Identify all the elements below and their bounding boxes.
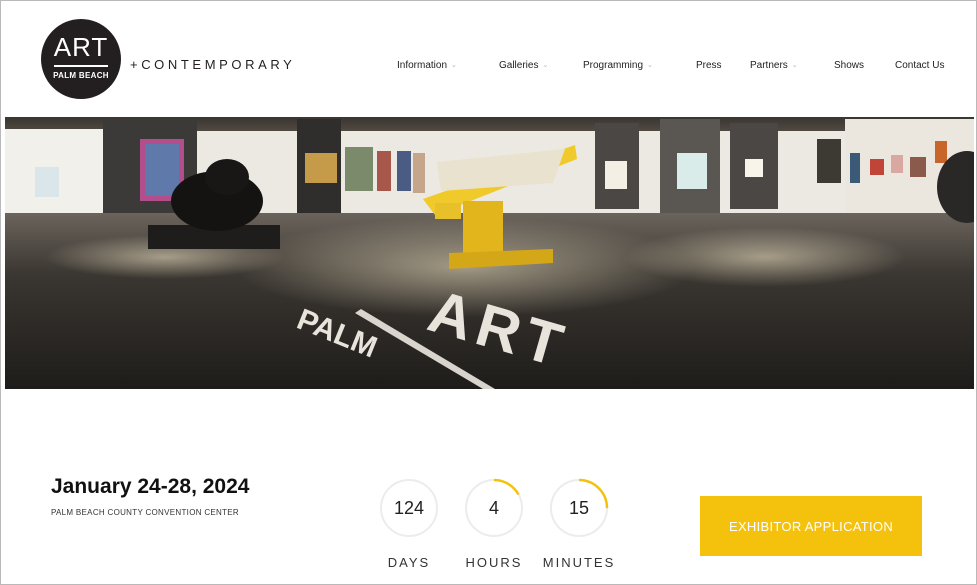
nav-label: Contact Us — [895, 60, 945, 71]
chevron-down-icon: ⌄ — [542, 62, 549, 69]
nav-label: Shows — [834, 60, 865, 71]
countdown-days-value: 124 — [393, 498, 425, 518]
nav-item-programming[interactable]: Programming ⌄ — [583, 60, 653, 71]
nav-label: Information — [397, 60, 448, 71]
nav-item-contact-us[interactable]: Contact Us — [895, 60, 944, 71]
chevron-down-icon: ⌄ — [791, 62, 798, 69]
logo-title: ART — [53, 32, 109, 62]
hero-image: PALM ART — [5, 117, 974, 389]
site-header: ART PALM BEACH +CONTEMPORARY Information… — [1, 1, 976, 117]
exhibitor-application-button[interactable]: EXHIBITOR APPLICATION — [700, 496, 922, 556]
nav-item-galleries[interactable]: Galleries ⌄ — [499, 60, 548, 71]
logo-subtitle: PALM BEACH — [53, 71, 109, 80]
countdown-minutes-label: MINUTES — [542, 555, 616, 570]
nav-label: Programming — [583, 60, 644, 71]
event-venue: PALM BEACH COUNTY CONVENTION CENTER — [51, 508, 240, 517]
nav-label: Partners — [750, 60, 788, 71]
nav-label: Press — [696, 60, 722, 71]
nav-item-shows[interactable]: Shows — [834, 60, 864, 71]
gallery-photo: PALM ART — [5, 117, 974, 389]
nav-label: Galleries — [499, 60, 539, 71]
brand-tagline: +CONTEMPORARY — [130, 57, 296, 72]
event-dates: January 24-28, 2024 — [51, 475, 250, 498]
site-logo[interactable]: ART PALM BEACH — [41, 19, 121, 99]
countdown-minutes-value: 15 — [568, 498, 590, 518]
nav-item-partners[interactable]: Partners ⌄ — [750, 60, 798, 71]
nav-item-information[interactable]: Information ⌄ — [397, 60, 457, 71]
chevron-down-icon: ⌄ — [647, 62, 653, 69]
chevron-down-icon: ⌄ — [451, 62, 457, 69]
countdown-hours-value: 4 — [488, 498, 499, 518]
page: ART PALM BEACH +CONTEMPORARY Information… — [0, 0, 977, 585]
logo-divider — [54, 65, 108, 67]
nav-item-press[interactable]: Press — [696, 60, 722, 71]
